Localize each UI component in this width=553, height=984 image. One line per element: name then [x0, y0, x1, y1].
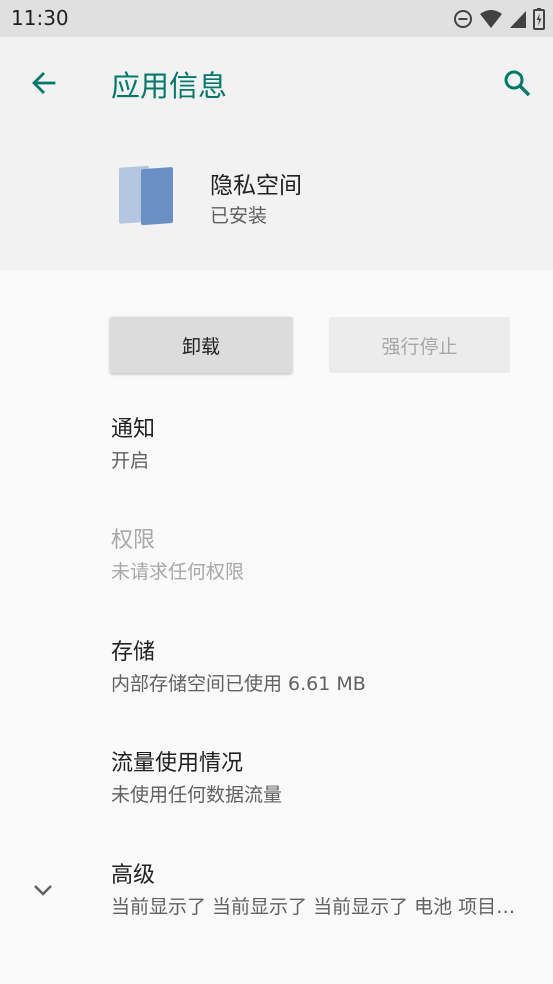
- pref-summary: 未请求任何权限: [111, 561, 245, 583]
- page-title: 应用信息: [111, 69, 228, 103]
- status-bar: 11:30: [0, 0, 553, 37]
- app-header: 应用信息 隐私空间 已安装: [0, 37, 553, 270]
- data-usage-preference[interactable]: 流量使用情况 未使用任何数据流量: [111, 750, 282, 808]
- pref-title: 流量使用情况: [111, 751, 244, 776]
- back-button[interactable]: [22, 61, 66, 105]
- uninstall-button[interactable]: 卸载: [110, 317, 292, 373]
- storage-preference[interactable]: 存储 内部存储空间已使用 6.61 MB: [111, 639, 366, 697]
- status-time: 11:30: [11, 6, 69, 30]
- notifications-preference[interactable]: 通知 开启: [111, 416, 155, 474]
- cell-signal-icon: [510, 11, 526, 28]
- pref-title: 通知: [111, 417, 156, 442]
- search-button[interactable]: [495, 61, 539, 105]
- pref-title: 权限: [111, 528, 156, 553]
- wifi-icon: [480, 10, 502, 28]
- pref-summary: 未使用任何数据流量: [111, 784, 283, 806]
- pref-summary: 内部存储空间已使用 6.61 MB: [111, 673, 366, 695]
- permissions-preference: 权限 未请求任何权限: [111, 527, 244, 585]
- app-name: 隐私空间: [210, 173, 302, 199]
- chevron-down-icon: [34, 885, 52, 896]
- arrow-back-icon: [32, 72, 56, 94]
- app-icon: [119, 165, 173, 226]
- advanced-preference[interactable]: 高级 当前显示了 当前显示了 当前显示了 电池 项目中的 0 个: [111, 862, 531, 920]
- search-icon: [504, 70, 531, 97]
- force-stop-button[interactable]: 强行停止: [329, 317, 510, 373]
- battery-icon: [533, 8, 545, 30]
- expand-advanced-button[interactable]: [28, 875, 58, 905]
- pref-title: 高级: [111, 863, 156, 888]
- pref-summary: 开启: [111, 450, 150, 472]
- pref-summary: 当前显示了 当前显示了 当前显示了 电池 项目中的 0 个: [111, 896, 531, 918]
- app-install-status: 已安装: [210, 205, 268, 227]
- status-icons: [453, 7, 545, 31]
- pref-title: 存储: [111, 640, 156, 665]
- do-not-disturb-icon: [454, 10, 472, 28]
